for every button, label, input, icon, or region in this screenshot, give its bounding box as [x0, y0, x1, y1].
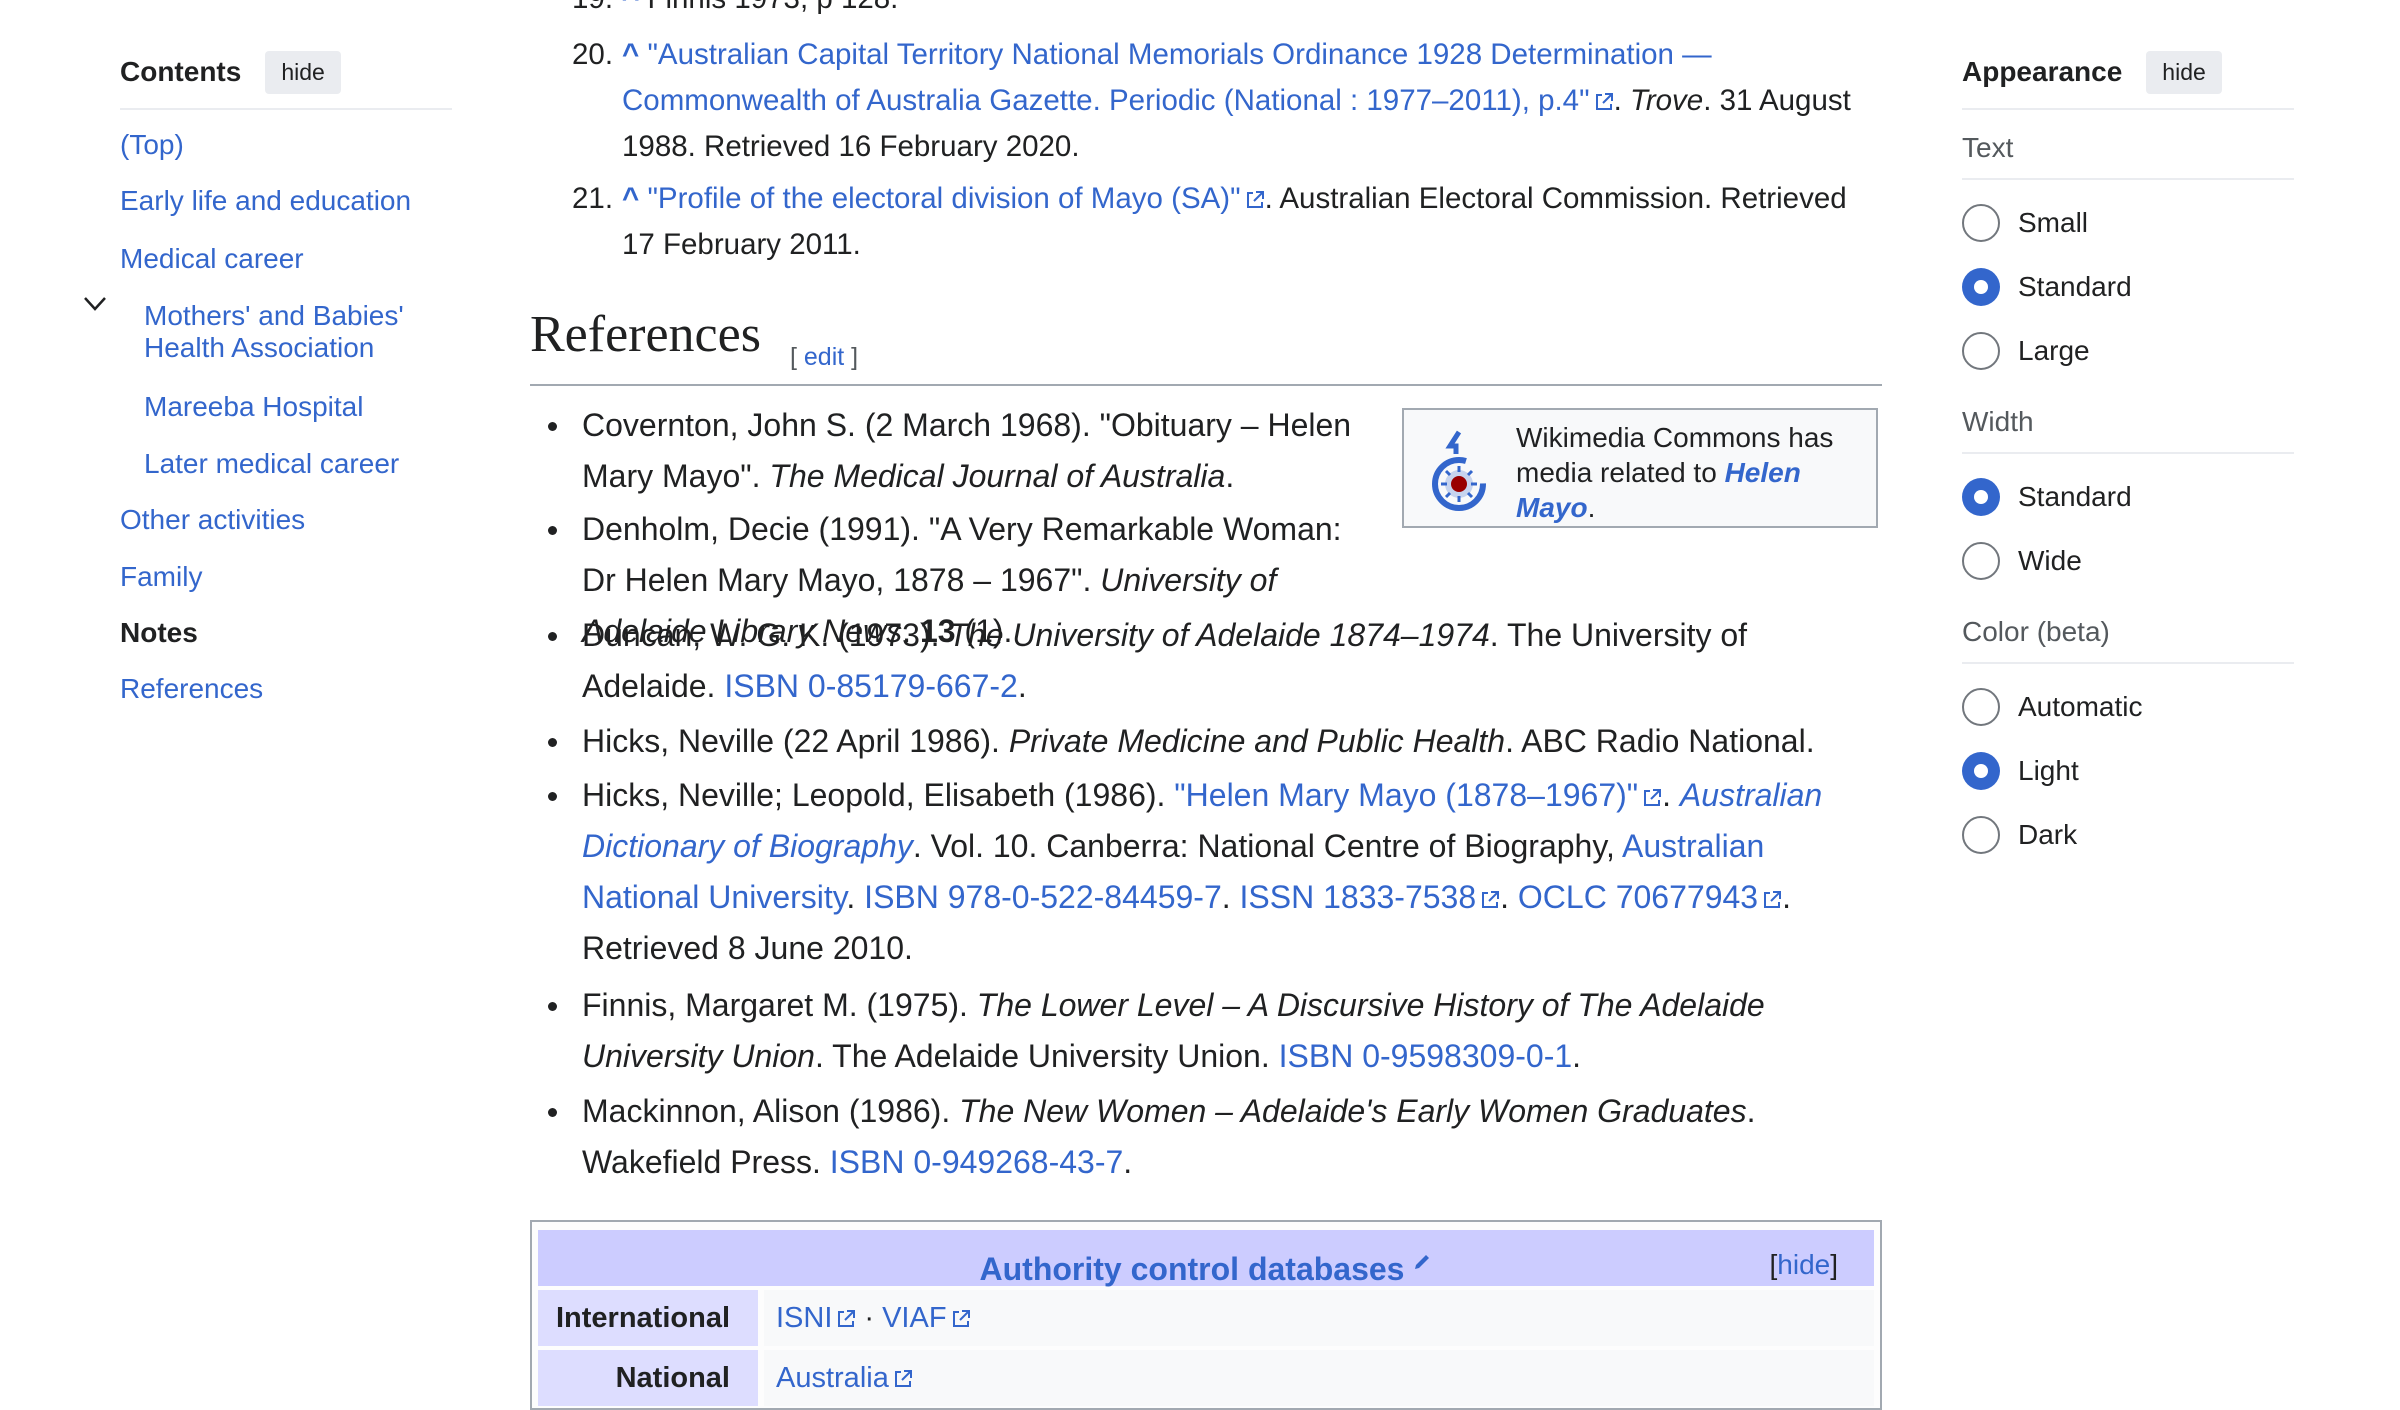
external-link-icon	[1245, 190, 1265, 210]
backlink-caret[interactable]: ^	[622, 38, 639, 71]
work-title: Trove	[1629, 84, 1704, 117]
radio-circle[interactable]	[1962, 816, 2000, 854]
radio-text-large[interactable]: Large	[1962, 332, 2090, 370]
radio-circle[interactable]	[1962, 332, 2000, 370]
navbox-group-label: International	[538, 1290, 758, 1346]
viaf-link[interactable]: VIAF	[882, 1302, 946, 1334]
reference-item: Covernton, John S. (2 March 1968). "Obit…	[548, 400, 1382, 502]
external-link-icon	[1480, 890, 1500, 910]
isbn-link[interactable]: ISBN 0-949268-43-7	[830, 1144, 1124, 1180]
table-of-contents: Contents hide (Top) Early life and educa…	[84, 48, 452, 704]
external-link-icon	[1594, 92, 1614, 112]
toc-item-notes[interactable]: Notes	[120, 616, 198, 650]
edit-link[interactable]: edit	[804, 343, 844, 371]
appearance-panel: Appearance hide Text Small Standard Larg…	[1962, 48, 2294, 854]
oclc-link[interactable]: OCLC 70677943	[1518, 879, 1758, 915]
radio-color-automatic[interactable]: Automatic	[1962, 688, 2143, 726]
isbn-link[interactable]: ISBN 978-0-522-84459-7	[864, 879, 1222, 915]
authority-control-navbox: Authority control databases [hide] Inter…	[530, 1220, 1882, 1410]
navbox-list: ISNI · VIAF	[764, 1290, 1874, 1346]
separator: ·	[864, 1302, 875, 1334]
radio-text-standard[interactable]: Standard	[1962, 268, 2132, 306]
external-link-icon	[836, 1309, 856, 1329]
radio-circle[interactable]	[1962, 688, 2000, 726]
navbox-toggle: [hide]	[1769, 1249, 1839, 1280]
radio-color-dark[interactable]: Dark	[1962, 816, 2077, 854]
radio-color-light[interactable]: Light	[1962, 752, 2079, 790]
radio-circle[interactable]	[1962, 752, 2000, 790]
reference-item: Finnis, Margaret M. (1975). The Lower Le…	[548, 980, 1882, 1082]
edit-section: [ edit ]	[790, 343, 859, 371]
isbn-link[interactable]: ISBN 0-85179-667-2	[724, 668, 1018, 704]
text-size-label: Text	[1962, 132, 2294, 180]
external-link-icon	[951, 1309, 971, 1329]
width-label: Width	[1962, 406, 2294, 454]
electoral-profile-link[interactable]: "Profile of the electoral division of Ma…	[647, 182, 1240, 215]
radio-circle[interactable]	[1962, 204, 2000, 242]
external-link-icon	[1762, 890, 1782, 910]
commons-box: Wikimedia Commons has media related to H…	[1402, 408, 1878, 528]
australia-link[interactable]: Australia	[776, 1362, 889, 1394]
reference-item: Mackinnon, Alison (1986). The New Women …	[548, 1086, 1882, 1188]
backlink-caret[interactable]: ^	[622, 182, 639, 215]
note-text: Finnis 1973, p 128.	[647, 0, 898, 15]
references-heading: References [ edit ]	[530, 308, 1882, 386]
navbox-row-international: International ISNI · VIAF	[538, 1290, 1874, 1346]
isbn-link[interactable]: ISBN 0-9598309-0-1	[1279, 1038, 1573, 1074]
toc-item-mareeba-hospital[interactable]: Mareeba Hospital	[144, 390, 363, 424]
appearance-title: Appearance	[1962, 56, 2123, 87]
toc-item-medical-career[interactable]: Medical career	[120, 242, 304, 276]
color-label: Color (beta)	[1962, 616, 2294, 664]
toc-title: Contents	[120, 56, 242, 87]
toc-header: Contents hide	[120, 48, 452, 110]
appearance-header: Appearance hide	[1962, 48, 2294, 110]
toc-hide-button[interactable]: hide	[265, 50, 341, 94]
toc-item-references[interactable]: References	[120, 672, 263, 706]
reference-item: Duncan, W. G. K. (1973). The University …	[548, 610, 1882, 712]
external-link-icon	[1642, 788, 1662, 808]
toc-item-later-medical-career[interactable]: Later medical career	[144, 447, 399, 481]
chevron-down-icon[interactable]	[82, 294, 108, 314]
radio-circle[interactable]	[1962, 268, 2000, 306]
isni-link[interactable]: ISNI	[776, 1302, 832, 1334]
commons-text: Wikimedia Commons has media related to H…	[1516, 422, 1834, 523]
radio-width-wide[interactable]: Wide	[1962, 542, 2082, 580]
adb-article-link[interactable]: "Helen Mary Mayo (1878–1967)"	[1174, 777, 1638, 813]
radio-circle[interactable]	[1962, 542, 2000, 580]
section-title: References	[530, 306, 761, 363]
reference-item: Hicks, Neville; Leopold, Elisabeth (1986…	[548, 770, 1882, 974]
backlink-caret[interactable]: ^	[622, 0, 639, 15]
navbox-hide-link[interactable]: hide	[1777, 1249, 1830, 1280]
toc-item-other-activities[interactable]: Other activities	[120, 503, 305, 537]
toc-item-early-life[interactable]: Early life and education	[120, 184, 411, 218]
pencil-icon[interactable]	[1412, 1238, 1432, 1269]
toc-item-mothers-babies[interactable]: Mothers' and Babies' Health Association	[144, 300, 454, 364]
gazette-link[interactable]: "Australian Capital Territory National M…	[622, 38, 1712, 117]
navbox-title[interactable]: Authority control databases	[980, 1251, 1405, 1287]
wikimedia-commons-icon	[1426, 428, 1492, 514]
reference-item: Hicks, Neville (22 April 1986). Private …	[548, 716, 1882, 767]
radio-circle[interactable]	[1962, 478, 2000, 516]
radio-width-standard[interactable]: Standard	[1962, 478, 2132, 516]
navbox-title-bar: Authority control databases [hide]	[538, 1230, 1874, 1287]
external-link-icon	[893, 1369, 913, 1389]
appearance-hide-button[interactable]: hide	[2146, 50, 2222, 94]
toc-item-top[interactable]: (Top)	[120, 128, 184, 162]
issn-link[interactable]: ISSN 1833-7538	[1240, 879, 1477, 915]
radio-text-small[interactable]: Small	[1962, 204, 2088, 242]
toc-item-family[interactable]: Family	[120, 560, 202, 594]
